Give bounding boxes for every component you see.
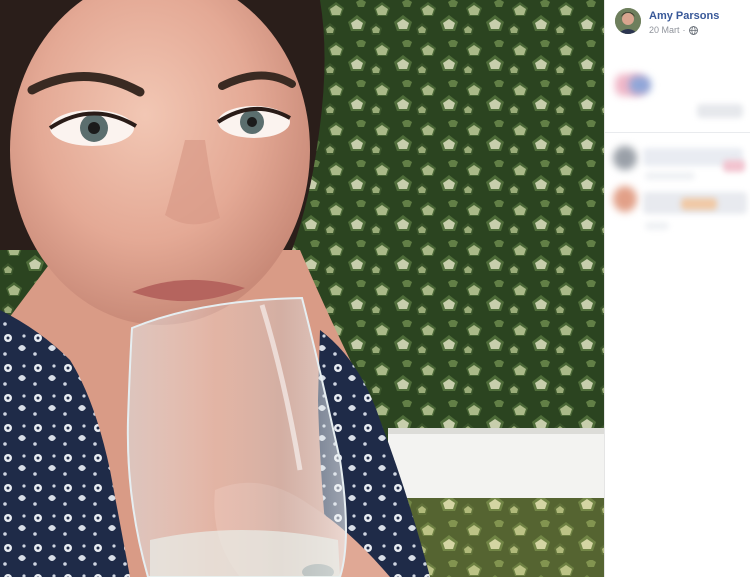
- blurred-comment-text: [723, 160, 745, 172]
- meta-separator: ·: [682, 25, 686, 35]
- blurred-commenter-avatar: [613, 186, 637, 212]
- globe-icon[interactable]: [688, 25, 698, 35]
- blurred-commenter-avatar: [613, 146, 637, 170]
- panel-divider: [605, 132, 750, 133]
- photo-illustration: [0, 0, 604, 577]
- blurred-reaction-icons: [629, 76, 651, 94]
- photo-viewer: Amy Parsons 20 Mart ·: [0, 0, 750, 577]
- post-details-panel: Amy Parsons 20 Mart ·: [604, 0, 750, 577]
- post-photo[interactable]: [0, 0, 604, 577]
- blurred-comment-count: [697, 104, 743, 118]
- avatar[interactable]: [615, 8, 641, 34]
- avatar-image: [615, 8, 641, 34]
- blurred-comment-text: [681, 198, 717, 210]
- post-header: Amy Parsons 20 Mart ·: [615, 8, 749, 38]
- post-date-link[interactable]: 20 Mart: [649, 25, 680, 35]
- author-name-link[interactable]: Amy Parsons: [649, 10, 719, 22]
- blurred-comment-meta: [645, 172, 695, 180]
- post-meta: 20 Mart ·: [649, 25, 698, 35]
- blurred-comment-meta: [645, 222, 669, 230]
